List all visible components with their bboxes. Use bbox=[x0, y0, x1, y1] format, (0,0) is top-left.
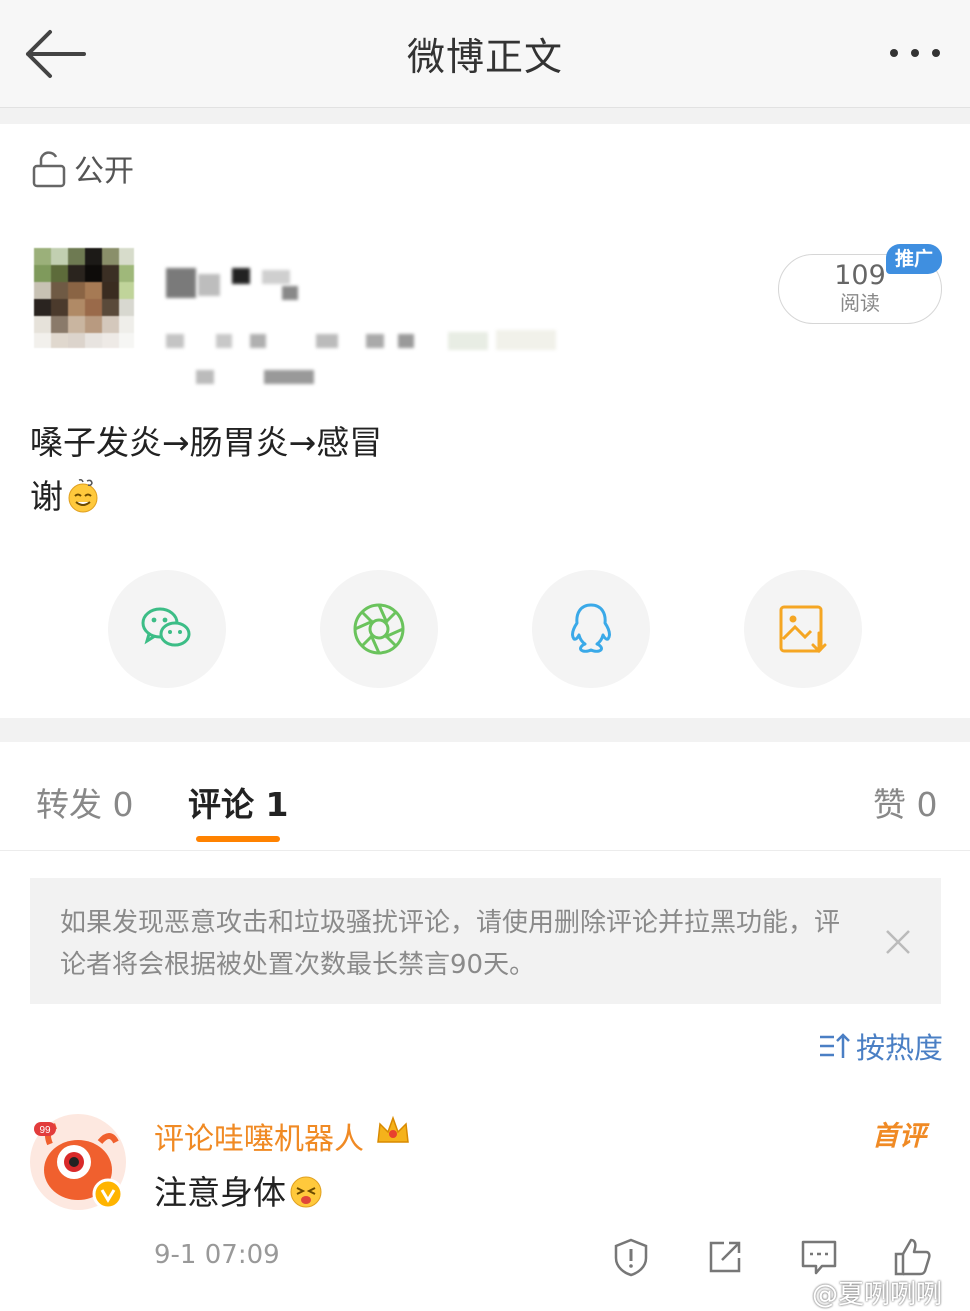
reply-button[interactable] bbox=[798, 1236, 840, 1278]
qq-icon bbox=[571, 603, 611, 653]
author-avatar[interactable] bbox=[34, 248, 134, 348]
read-label: 阅读 bbox=[840, 291, 880, 315]
share-wechat-button[interactable] bbox=[108, 570, 226, 688]
weibo-watermark: @夏咧咧咧 bbox=[812, 1280, 943, 1310]
comments-section: 转发 0 评论 1 赞 0 如果发现恶意攻击和垃圾骚扰评论，请使用删除评论并拉黑… bbox=[0, 742, 970, 1311]
report-shield-icon bbox=[614, 1238, 648, 1277]
more-dots-icon bbox=[890, 49, 940, 57]
notice-close-button[interactable] bbox=[882, 926, 914, 958]
share-moments-button[interactable] bbox=[320, 570, 438, 688]
sort-icon bbox=[820, 1033, 850, 1058]
post-text-line-1: 嗓子发炎→肠胃炎→感冒 bbox=[30, 423, 383, 462]
post-text-line-2-text: 谢 bbox=[30, 477, 63, 516]
more-button[interactable] bbox=[880, 30, 950, 76]
save-image-icon bbox=[779, 605, 827, 654]
wink-emoji-icon bbox=[290, 1176, 322, 1208]
save-image-button[interactable] bbox=[744, 570, 862, 688]
share-qq-button[interactable] bbox=[532, 570, 650, 688]
page-title: 微博正文 bbox=[406, 35, 563, 79]
top-bar: 微博正文 bbox=[0, 0, 970, 108]
dizzy-smile-emoji-icon bbox=[68, 479, 98, 513]
post-card: 公开 109 阅读 推广 嗓子发炎→肠胃炎→感冒 谢 bbox=[0, 124, 970, 718]
tab-repost[interactable]: 转发 0 bbox=[36, 778, 134, 826]
robot-mascot-avatar: 99 bbox=[30, 1114, 126, 1210]
tab-comment[interactable]: 评论 1 bbox=[188, 778, 288, 826]
report-button[interactable] bbox=[610, 1236, 652, 1278]
share-comment-button[interactable] bbox=[704, 1236, 746, 1278]
commenter-username[interactable]: 评论哇噻机器人 bbox=[154, 1114, 364, 1158]
reply-comment-icon bbox=[801, 1240, 837, 1275]
post-content: 嗓子发炎→肠胃炎→感冒 谢 bbox=[30, 416, 910, 524]
like-comment-button[interactable] bbox=[892, 1236, 934, 1278]
moments-icon bbox=[353, 603, 405, 655]
comment-time: 9-1 07:09 bbox=[154, 1240, 280, 1270]
comment-text-content: 注意身体 bbox=[154, 1173, 286, 1212]
author-meta-redacted-2 bbox=[166, 364, 326, 390]
interaction-tabs: 转发 0 评论 1 赞 0 bbox=[0, 742, 970, 851]
promote-badge[interactable]: 推广 bbox=[886, 244, 942, 274]
tab-like[interactable]: 赞 0 bbox=[873, 778, 938, 826]
first-comment-badge: 首评 bbox=[872, 1121, 926, 1152]
privacy-label: 公开 bbox=[74, 154, 134, 189]
unlock-icon bbox=[32, 151, 66, 188]
notice-text: 如果发现恶意攻击和垃圾骚扰评论，请使用删除评论并拉黑功能，评论者将会根据被处置次… bbox=[60, 908, 841, 980]
commenter-avatar[interactable]: 99 bbox=[30, 1114, 126, 1210]
comment-text: 注意身体 bbox=[154, 1166, 324, 1214]
sort-by-hot-button[interactable]: 按热度 bbox=[818, 1026, 943, 1066]
active-tab-indicator bbox=[196, 836, 280, 842]
sort-label: 按热度 bbox=[856, 1031, 944, 1065]
post-text-line-2: 谢 bbox=[30, 470, 910, 524]
wechat-icon bbox=[141, 607, 191, 647]
share-out-icon bbox=[709, 1241, 741, 1273]
thumbs-up-icon bbox=[894, 1238, 931, 1276]
author-name-redacted[interactable] bbox=[166, 268, 306, 304]
close-icon bbox=[886, 930, 910, 954]
comment-notice: 如果发现恶意攻击和垃圾骚扰评论，请使用删除评论并拉黑功能，评论者将会根据被处置次… bbox=[30, 878, 941, 1004]
privacy-indicator: 公开 bbox=[30, 148, 134, 189]
avatar-level-badge: 99 bbox=[39, 1125, 51, 1136]
vip-crown-icon bbox=[374, 1114, 412, 1152]
author-meta-redacted bbox=[166, 328, 566, 354]
